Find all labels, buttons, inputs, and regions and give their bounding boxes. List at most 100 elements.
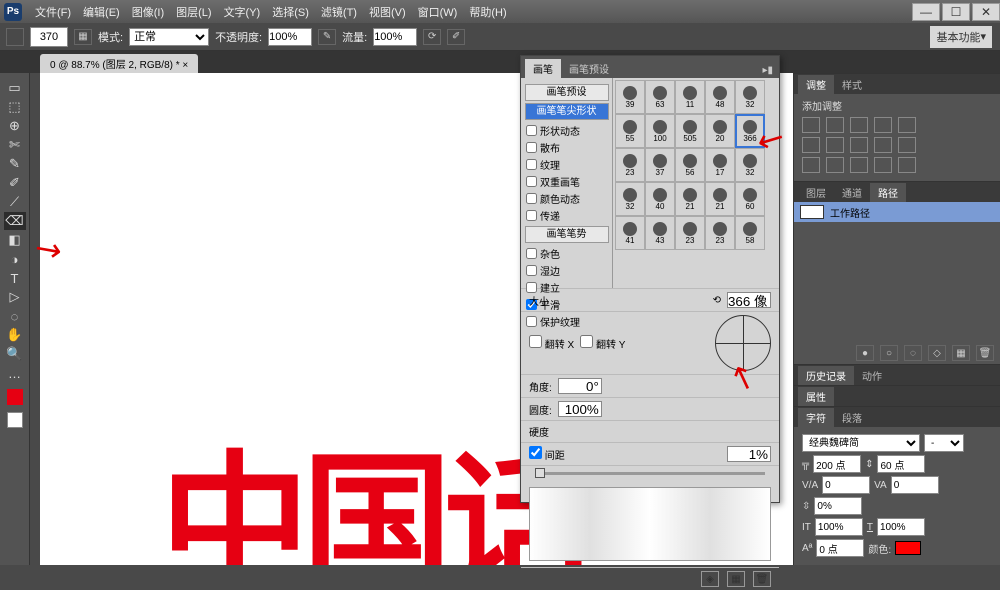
airbrush-icon[interactable]: ⟳ <box>423 29 441 45</box>
brush-tip-cell[interactable]: 23 <box>615 148 645 182</box>
brush-tip-cell[interactable]: 39 <box>615 80 645 114</box>
brush-tip-cell[interactable]: 60 <box>735 182 765 216</box>
opacity-input[interactable] <box>268 28 312 46</box>
document-tab[interactable]: 0 @ 88.7% (图层 2, RGB/8) * × <box>40 54 198 73</box>
brush-tip-cell[interactable]: 366 <box>735 114 765 148</box>
brush-tip-cell[interactable]: 32 <box>615 182 645 216</box>
path-to-sel-icon[interactable]: ◌ <box>904 345 922 361</box>
gradmap-icon[interactable] <box>874 157 892 173</box>
tool-slot[interactable]: ✎ <box>4 155 26 173</box>
brush-tip-cell[interactable]: 58 <box>735 216 765 250</box>
brush-option-btn[interactable]: 画笔笔尖形状 <box>525 103 609 120</box>
menu-item[interactable]: 选择(S) <box>267 2 314 22</box>
brush-panel-toggle-icon[interactable]: ▦ <box>74 29 92 45</box>
menu-item[interactable]: 文字(Y) <box>219 2 266 22</box>
maximize-button[interactable]: ☐ <box>942 3 970 21</box>
hsl-icon[interactable] <box>802 137 820 153</box>
menu-item[interactable]: 文件(F) <box>30 2 76 22</box>
close-button[interactable]: ✕ <box>972 3 1000 21</box>
exposure-icon[interactable] <box>874 117 892 133</box>
tool-slot[interactable]: ⊕ <box>4 117 26 135</box>
brush-tip-cell[interactable]: 32 <box>735 80 765 114</box>
size-input[interactable] <box>727 292 771 308</box>
tab-actions[interactable]: 动作 <box>854 366 890 385</box>
brush-option-check[interactable]: 纹理 <box>523 156 610 173</box>
tab-character[interactable]: 字符 <box>798 408 834 427</box>
flip-y-checkbox[interactable]: 翻转 Y <box>580 335 625 351</box>
tool-slot[interactable]: ✋ <box>4 326 26 344</box>
path-row[interactable]: 工作路径 <box>794 202 1000 222</box>
brush-tip-cell[interactable]: 11 <box>675 80 705 114</box>
brush-tip-cell[interactable]: 100 <box>645 114 675 148</box>
delete-brush-icon[interactable]: 🗑 <box>753 571 771 587</box>
brush-tip-cell[interactable]: 23 <box>675 216 705 250</box>
menu-item[interactable]: 视图(V) <box>364 2 411 22</box>
brightness-icon[interactable] <box>802 117 820 133</box>
new-path-icon[interactable]: ▦ <box>952 345 970 361</box>
brush-option-check[interactable]: 传递 <box>523 207 610 224</box>
invert-icon[interactable] <box>802 157 820 173</box>
tab-brush[interactable]: 画笔 <box>525 59 561 78</box>
brush-preset-button[interactable]: 画笔预设 <box>525 84 609 101</box>
tool-slot[interactable]: ✄ <box>4 136 26 154</box>
vscale-input[interactable] <box>814 497 862 515</box>
tracking-input[interactable] <box>891 476 939 494</box>
fill-path-icon[interactable]: ● <box>856 345 874 361</box>
tab-history[interactable]: 历史记录 <box>798 366 854 385</box>
fg-color-swatch[interactable] <box>7 389 23 405</box>
brush-option-check[interactable]: 杂色 <box>523 245 610 262</box>
tool-slot[interactable]: ◑ <box>4 250 26 268</box>
brush-tip-cell[interactable]: 40 <box>645 182 675 216</box>
kerning-input[interactable] <box>822 476 870 494</box>
tab-brush-presets[interactable]: 画笔预设 <box>561 59 617 78</box>
photo-filter-icon[interactable] <box>874 137 892 153</box>
tab-paths[interactable]: 路径 <box>870 183 906 202</box>
levels-icon[interactable] <box>826 117 844 133</box>
brush-option-check[interactable]: 保护纹理 <box>523 313 610 330</box>
brush-option-check[interactable]: 颜色动态 <box>523 190 610 207</box>
tool-slot[interactable]: ⌫ <box>4 212 26 230</box>
menu-item[interactable]: 窗口(W) <box>413 2 463 22</box>
delete-path-icon[interactable]: 🗑 <box>976 345 994 361</box>
brush-tip-cell[interactable]: 56 <box>675 148 705 182</box>
brush-tip-cell[interactable]: 43 <box>645 216 675 250</box>
flip-x-checkbox[interactable]: 翻转 X <box>529 335 574 351</box>
roundness-input[interactable] <box>558 401 602 417</box>
selcol-icon[interactable] <box>898 157 916 173</box>
leading-input[interactable] <box>877 455 925 473</box>
brush-option-check[interactable]: 形状动态 <box>523 122 610 139</box>
tool-slot[interactable]: ◧ <box>4 231 26 249</box>
curves-icon[interactable] <box>850 117 868 133</box>
tab-layers[interactable]: 图层 <box>798 183 834 202</box>
brush-option-btn[interactable]: 画笔笔势 <box>525 226 609 243</box>
poster-icon[interactable] <box>826 157 844 173</box>
baseline-input[interactable] <box>816 539 864 557</box>
stroke-path-icon[interactable]: ○ <box>880 345 898 361</box>
opacity-pressure-icon[interactable]: ✎ <box>318 29 336 45</box>
tool-slot[interactable]: T <box>4 269 26 287</box>
text-color-swatch[interactable] <box>895 541 921 555</box>
hscale-percent-a[interactable] <box>815 518 863 536</box>
menu-item[interactable]: 图像(I) <box>127 2 169 22</box>
tab-paragraph[interactable]: 段落 <box>834 408 870 427</box>
menu-item[interactable]: 滤镜(T) <box>316 2 362 22</box>
brush-tip-cell[interactable]: 63 <box>645 80 675 114</box>
menu-item[interactable]: 编辑(E) <box>78 2 125 22</box>
brush-tip-cell[interactable]: 37 <box>645 148 675 182</box>
panel-menu-icon[interactable]: ▸▮ <box>754 63 779 78</box>
tool-slot[interactable]: … <box>4 364 26 382</box>
brush-tip-cell[interactable]: 55 <box>615 114 645 148</box>
spacing-slider[interactable] <box>535 472 765 475</box>
tool-slot[interactable]: ⟋ <box>4 193 26 211</box>
toggle-preview-icon[interactable]: ◈ <box>701 571 719 587</box>
brush-option-check[interactable]: 散布 <box>523 139 610 156</box>
font-select[interactable]: 经典魏碑简 <box>802 434 920 452</box>
minimize-button[interactable]: — <box>912 3 940 21</box>
flow-input[interactable] <box>373 28 417 46</box>
tab-channels[interactable]: 通道 <box>834 183 870 202</box>
bg-color-swatch[interactable] <box>7 412 23 428</box>
new-brush-icon[interactable]: ▦ <box>727 571 745 587</box>
workspace-switcher[interactable]: 基本功能 <box>930 26 992 48</box>
angle-input[interactable] <box>558 378 602 394</box>
brush-tip-cell[interactable]: 32 <box>735 148 765 182</box>
